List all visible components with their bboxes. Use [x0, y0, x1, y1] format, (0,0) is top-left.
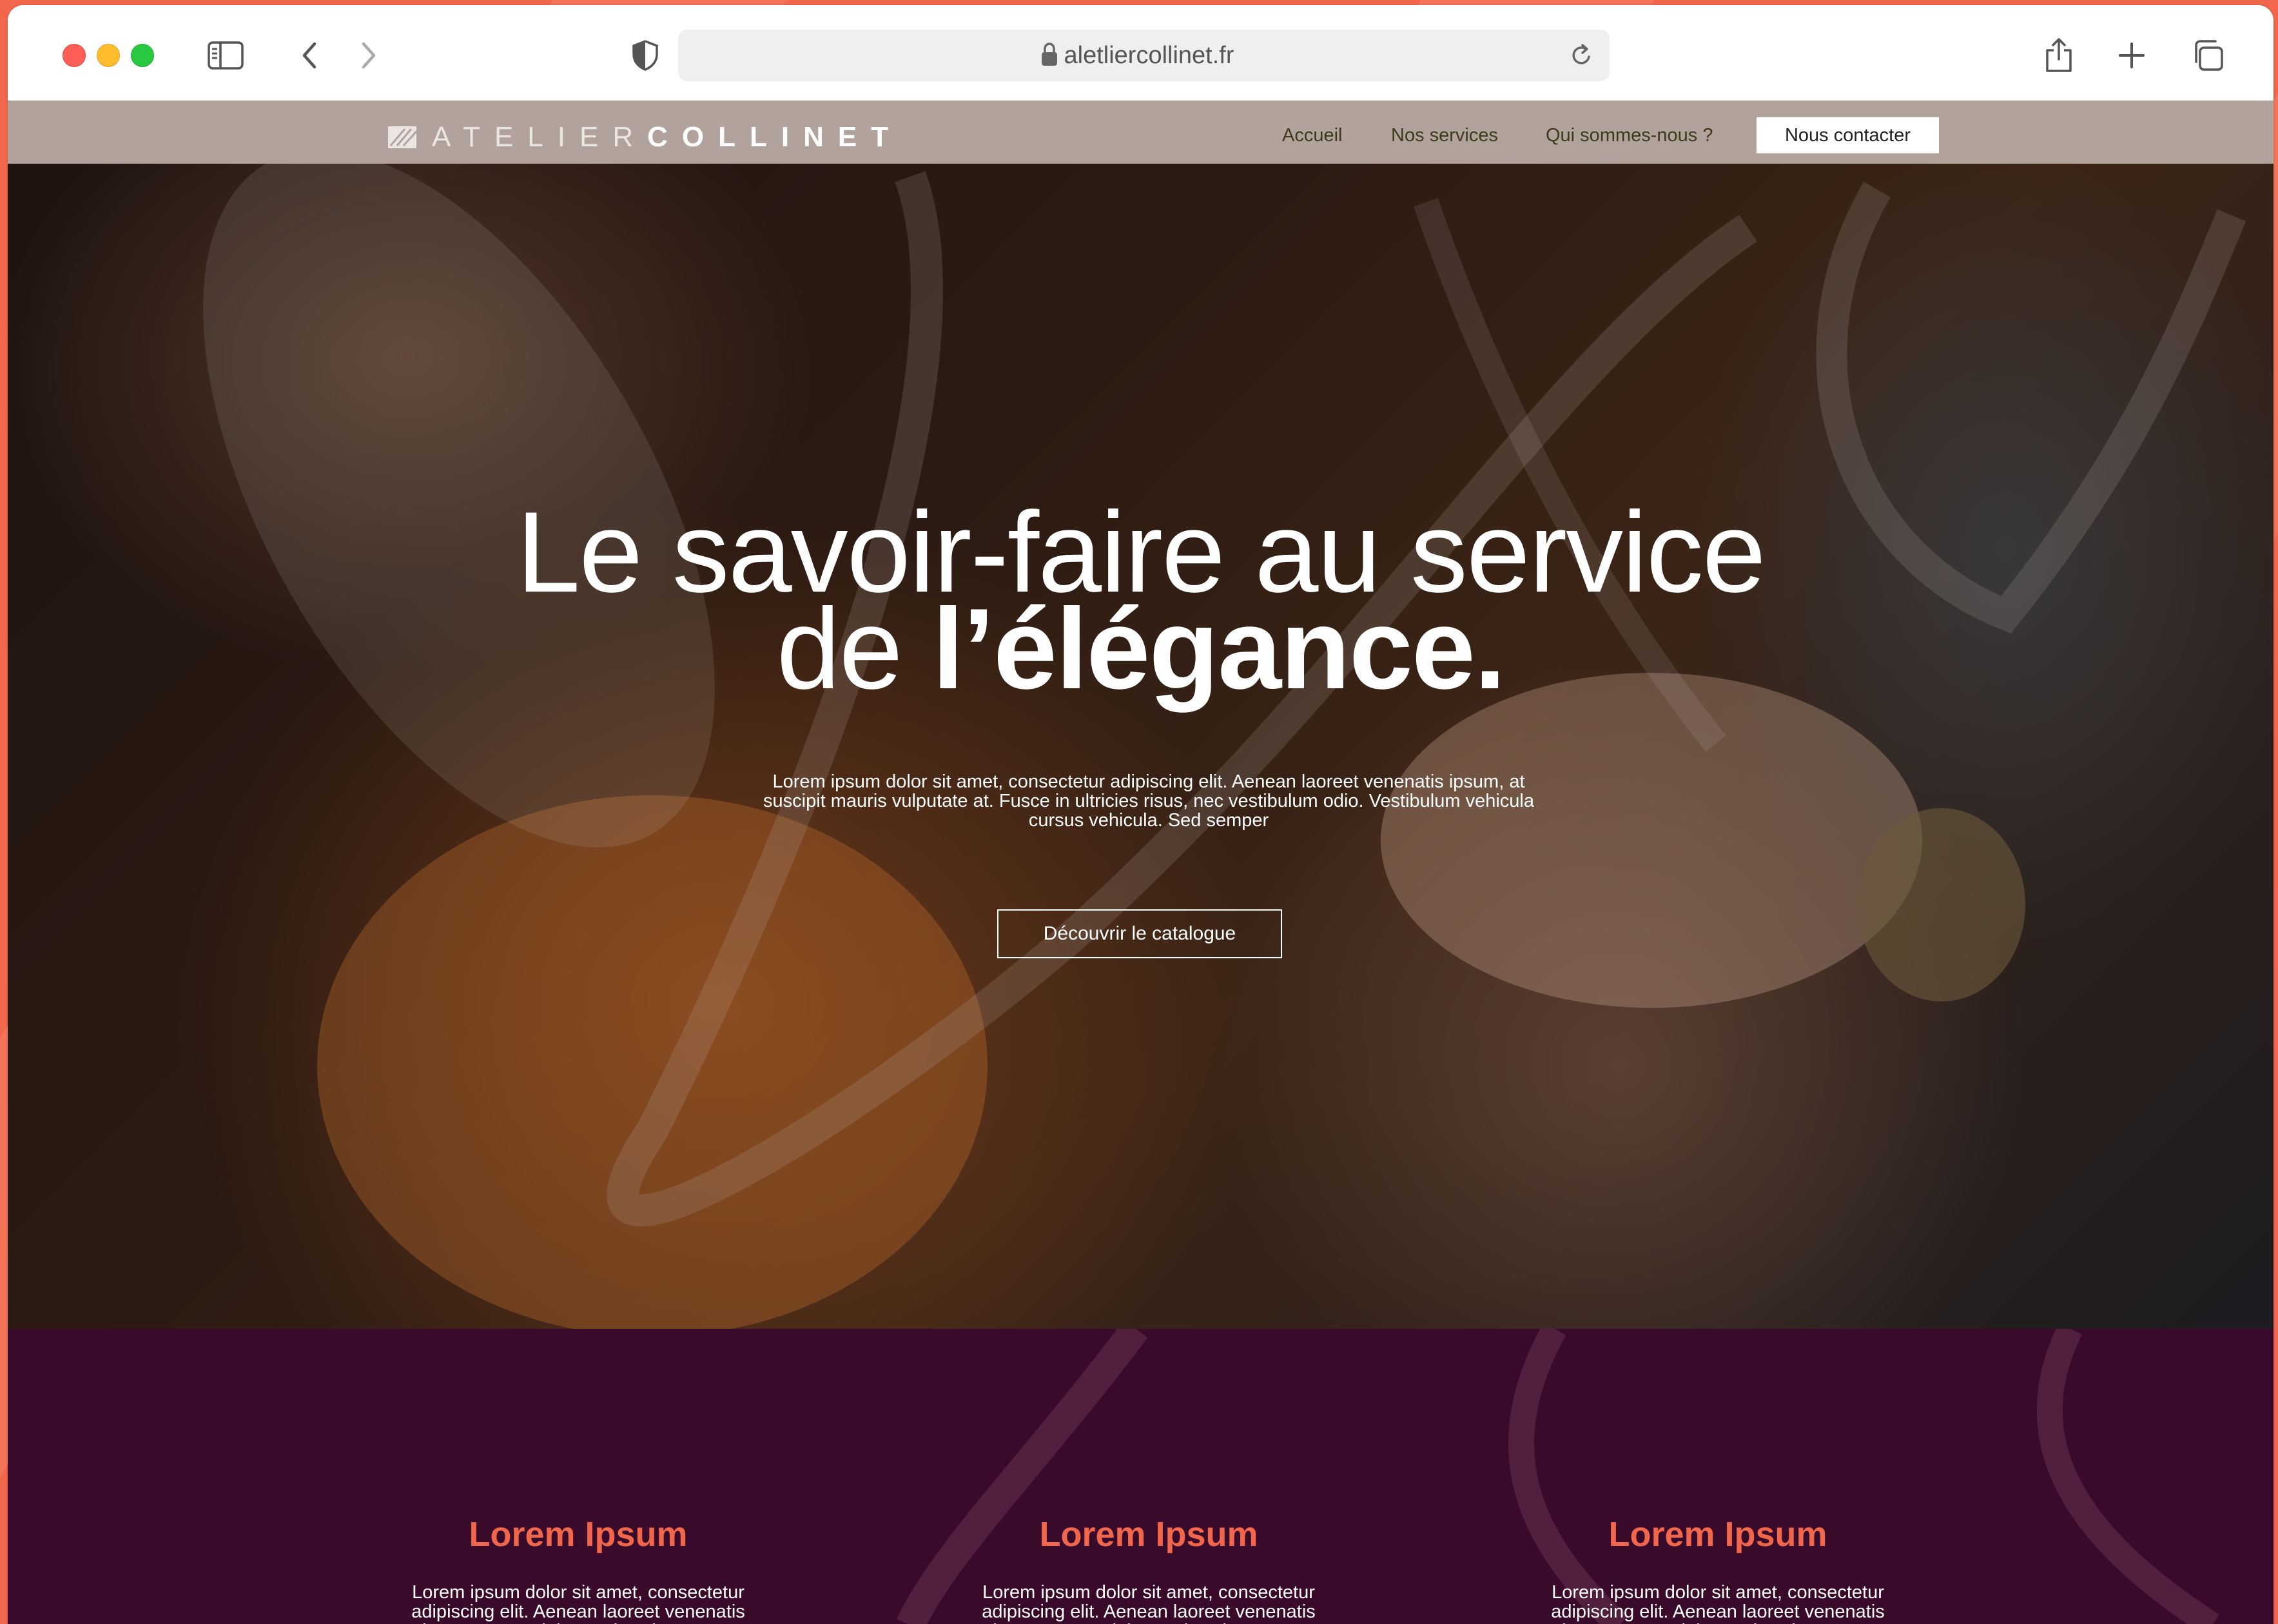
lock-icon — [1040, 41, 1058, 70]
contact-button[interactable]: Nous contacter — [1757, 117, 1939, 153]
catalogue-button[interactable]: Découvrir le catalogue — [997, 909, 1282, 958]
nav-link-about[interactable]: Qui sommes-nous ? — [1546, 125, 1713, 146]
logo-text-light: ATELIER — [432, 121, 648, 153]
feature-card: Lorem Ipsum Lorem ipsum dolor sit amet, … — [968, 1514, 1329, 1624]
reload-icon[interactable] — [1570, 43, 1593, 72]
feature-card: Lorem Ipsum Lorem ipsum dolor sit amet, … — [1537, 1514, 1898, 1624]
hero-section: Le savoir-faire au service de l’élégance… — [8, 164, 2273, 1329]
feature-title: Lorem Ipsum — [469, 1515, 688, 1554]
hero-title-line2: de l’élégance. — [8, 592, 2273, 706]
shield-icon[interactable] — [629, 36, 661, 75]
site-logo[interactable]: ATELIER COLLINET — [388, 121, 902, 153]
logo-text-bold: COLLINET — [647, 121, 903, 153]
new-tab-icon[interactable] — [2116, 36, 2148, 75]
close-window-button[interactable] — [63, 44, 86, 67]
site-header: ATELIER COLLINET Accueil Nos services Qu… — [8, 101, 2273, 164]
sidebar-icon[interactable] — [206, 36, 245, 75]
feature-text: Lorem ipsum dolor sit amet, consectetur … — [1551, 1582, 1885, 1624]
back-icon[interactable] — [297, 36, 322, 75]
share-icon[interactable] — [2043, 36, 2075, 75]
browser-window: aletliercollinet.fr ATELIER COLLINET Acc… — [8, 5, 2273, 1624]
feature-text: Lorem ipsum dolor sit amet, consectetur … — [982, 1582, 1316, 1624]
hero-background-image — [203, 164, 2246, 1329]
feature-text: Lorem ipsum dolor sit amet, consectetur … — [411, 1582, 745, 1624]
maximize-window-button[interactable] — [131, 44, 154, 67]
forward-icon[interactable] — [356, 36, 382, 75]
minimize-window-button[interactable] — [97, 44, 120, 67]
hero-title: Le savoir-faire au service de l’élégance… — [8, 495, 2273, 706]
hero-description: Lorem ipsum dolor sit amet, consectetur … — [763, 771, 1534, 831]
feature-title: Lorem Ipsum — [1608, 1515, 1827, 1554]
nav-link-accueil[interactable]: Accueil — [1282, 125, 1343, 146]
feature-title: Lorem Ipsum — [1039, 1515, 1258, 1554]
tabs-icon[interactable] — [2190, 36, 2226, 75]
browser-toolbar: aletliercollinet.fr — [8, 5, 2273, 102]
address-bar[interactable]: aletliercollinet.fr — [678, 30, 1610, 81]
nav-link-services[interactable]: Nos services — [1391, 125, 1498, 146]
hero-title-highlight: l’élégance. — [932, 585, 1506, 713]
logo-mark-icon — [388, 126, 416, 148]
feature-card: Lorem Ipsum Lorem ipsum dolor sit amet, … — [398, 1514, 759, 1624]
features-section: Lorem Ipsum Lorem ipsum dolor sit amet, … — [8, 1329, 2273, 1624]
url-text: aletliercollinet.fr — [1064, 41, 1234, 69]
hero-title-line2-prefix: de — [776, 585, 933, 713]
